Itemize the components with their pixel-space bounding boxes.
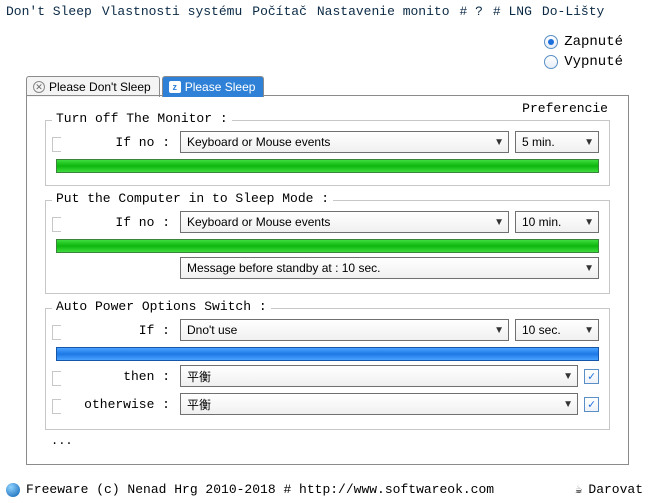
footer-text: Freeware (c) Nenad Hrg 2010-2018 # http:… [26,482,494,497]
chevron-down-icon: ▼ [584,263,594,274]
otherwise-checkbox[interactable]: ✓ [584,397,599,412]
radio-off-label: Vypnuté [564,54,623,70]
if-label: If : [56,323,174,338]
chevron-down-icon: ▼ [494,137,504,148]
time-combo[interactable]: 5 min. ▼ [515,131,599,153]
chevron-down-icon: ▼ [584,217,594,228]
combo-value: Message before standby at : 10 sec. [187,261,380,275]
event-combo[interactable]: Keyboard or Mouse events ▼ [180,131,509,153]
tab-label: Please Don't Sleep [49,80,151,94]
tab-bar: ✕ Please Don't Sleep z Please Sleep [26,76,266,97]
enable-radio-group: Zapnuté Vypnuté [544,34,623,74]
message-combo[interactable]: Message before standby at : 10 sec. ▼ [180,257,599,279]
menu-item[interactable]: Počítač [252,4,307,19]
tab-label: Please Sleep [185,80,256,94]
combo-value: Keyboard or Mouse events [187,135,330,149]
chevron-down-icon: ▼ [494,325,504,336]
group-sleep-mode: Put the Computer in to Sleep Mode : If n… [45,200,610,294]
combo-value: 5 min. [522,135,555,149]
progress-bar [56,159,599,173]
combo-value: Keyboard or Mouse events [187,215,330,229]
combo-value: 平衡 [187,396,211,413]
if-no-label: If no : [56,135,174,150]
menu-item[interactable]: # ? [460,4,483,19]
combo-value: 10 sec. [522,323,561,337]
group-title: Turn off The Monitor : [52,111,232,126]
if-no-label: If no : [56,215,174,230]
menu-item[interactable]: Vlastnosti systému [102,4,242,19]
combo-value: Dno't use [187,323,237,337]
group-auto-power: Auto Power Options Switch : If : Dno't u… [45,308,610,430]
radio-off[interactable] [544,55,558,69]
close-circle-icon: ✕ [33,81,45,93]
chevron-down-icon: ▼ [584,137,594,148]
footer: Freeware (c) Nenad Hrg 2010-2018 # http:… [6,482,643,497]
radio-on-label: Zapnuté [564,34,623,50]
otherwise-combo[interactable]: 平衡 ▼ [180,393,578,415]
chevron-down-icon: ▼ [584,325,594,336]
tab-dont-sleep[interactable]: ✕ Please Don't Sleep [26,76,160,97]
if-combo[interactable]: Dno't use ▼ [180,319,509,341]
main-panel: Preferencie Turn off The Monitor : If no… [26,95,629,465]
chevron-down-icon: ▼ [563,371,573,382]
preferences-link[interactable]: Preferencie [522,101,608,116]
if-time-combo[interactable]: 10 sec. ▼ [515,319,599,341]
coffee-icon: ☕ [575,482,582,497]
donate-link[interactable]: Darovat [588,482,643,497]
then-combo[interactable]: 平衡 ▼ [180,365,578,387]
menu-item[interactable]: Don't Sleep [6,4,92,19]
group-title: Put the Computer in to Sleep Mode : [52,191,333,206]
tab-please-sleep[interactable]: z Please Sleep [162,76,265,97]
chevron-down-icon: ▼ [494,217,504,228]
then-label: then : [56,369,174,384]
menu-item[interactable]: Do-Lišty [542,4,604,19]
radio-on[interactable] [544,35,558,49]
event-combo[interactable]: Keyboard or Mouse events ▼ [180,211,509,233]
menubar: Don't Sleep Vlastnosti systému Počítač N… [0,0,649,23]
then-checkbox[interactable]: ✓ [584,369,599,384]
sleep-icon: z [169,81,181,93]
menu-item[interactable]: # LNG [493,4,532,19]
chevron-down-icon: ▼ [563,399,573,410]
combo-value: 10 min. [522,215,561,229]
otherwise-label: otherwise : [56,397,174,412]
progress-bar [56,239,599,253]
group-title: Auto Power Options Switch : [52,299,271,314]
menu-item[interactable]: Nastavenie monito [317,4,450,19]
more-indicator: ... [51,434,610,448]
group-monitor-off: Turn off The Monitor : If no : Keyboard … [45,120,610,186]
progress-bar [56,347,599,361]
combo-value: 平衡 [187,368,211,385]
time-combo[interactable]: 10 min. ▼ [515,211,599,233]
globe-icon [6,483,20,497]
